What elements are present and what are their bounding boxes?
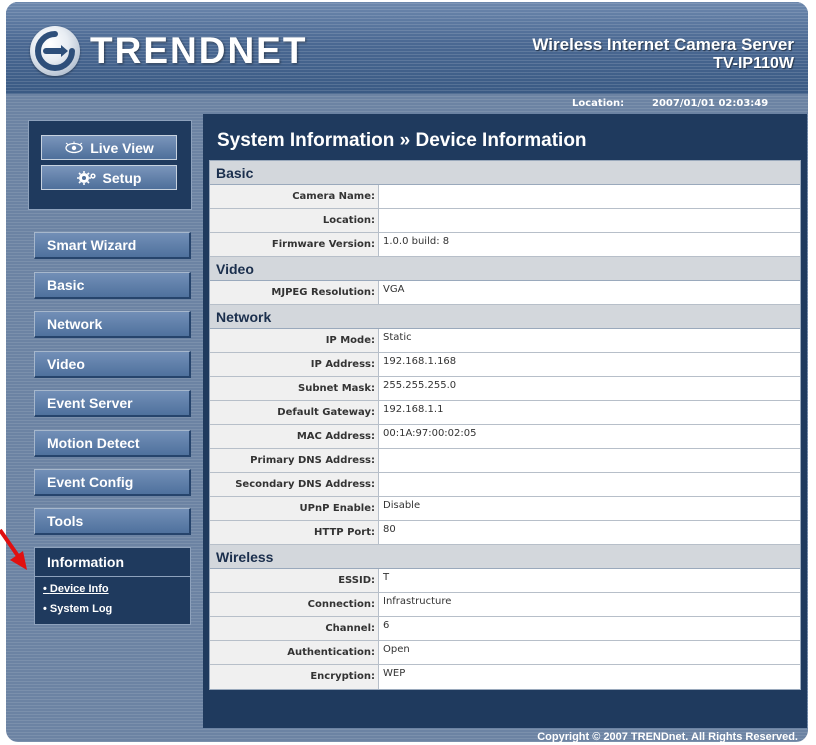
table-row: Connection: Infrastructure [210,593,800,617]
table-row: Firmware Version: 1.0.0 build: 8 [210,233,800,257]
red-arrow-icon [0,528,27,570]
table-row: HTTP Port: 80 [210,521,800,545]
table-row: Default Gateway: 192.168.1.1 [210,401,800,425]
row-label: Connection: [210,593,379,616]
page-title: System Information » Device Information [217,130,587,151]
row-label: IP Address: [210,353,379,376]
row-label: Default Gateway: [210,401,379,424]
table-row: UPnP Enable: Disable [210,497,800,521]
row-label: MAC Address: [210,425,379,448]
nav-motion-detect[interactable]: Motion Detect [34,430,191,457]
trendnet-logo-icon [30,26,80,76]
row-value: Open [383,644,410,655]
setup-button[interactable]: Setup [41,165,177,190]
product-title: Wireless Internet Camera Server [532,35,794,54]
datetime-display: 2007/01/01 02:03:49 [652,98,769,109]
live-view-button[interactable]: Live View [41,135,177,160]
row-label: UPnP Enable: [210,497,379,520]
table-row: Subnet Mask: 255.255.255.0 [210,377,800,401]
table-row: Primary DNS Address: [210,449,800,473]
row-label: Camera Name: [210,185,379,208]
row-value [379,209,800,232]
logo-text: TRENDNET [90,30,308,71]
row-value: Disable [383,500,421,511]
row-label: HTTP Port: [210,521,379,544]
table-row: Camera Name: [210,185,800,209]
row-label: Subnet Mask: [210,377,379,400]
nav-network[interactable]: Network [34,311,191,338]
row-label: MJPEG Resolution: [210,281,379,304]
row-value [379,473,800,496]
device-info-table: Basic Camera Name: Location: Firmware Ve… [209,160,801,690]
setup-label: Setup [102,169,142,186]
header-banner: TRENDNET Wireless Internet Camera Server… [6,2,808,94]
row-label: Channel: [210,617,379,640]
table-row: Secondary DNS Address: [210,473,800,497]
row-label: Authentication: [210,641,379,664]
row-value: T [383,572,390,583]
table-row: Channel: 6 [210,617,800,641]
content-panel: System Information » Device Information … [203,114,807,728]
nav-event-server[interactable]: Event Server [34,390,191,417]
table-row: ESSID: T [210,569,800,593]
nav-smart-wizard[interactable]: Smart Wizard [34,232,191,259]
row-value: Infrastructure [383,596,452,607]
row-label: IP Mode: [210,329,379,352]
table-row: Authentication: Open [210,641,800,665]
section-network: Network [210,305,800,329]
submenu-device-info-label: Device Info [49,583,109,595]
row-value [379,185,800,208]
table-row: MAC Address: 00:1A:97:00:02:05 [210,425,800,449]
submenu-system-log-label: System Log [49,603,113,615]
table-row: MJPEG Resolution: VGA [210,281,800,305]
row-value: 00:1A:97:00:02:05 [383,428,477,439]
camera-eye-icon [64,141,84,155]
table-row: IP Mode: Static [210,329,800,353]
mode-panel: Live View Setup [28,120,192,210]
live-view-label: Live View [90,139,154,156]
row-label: Secondary DNS Address: [210,473,379,496]
section-basic: Basic [210,161,800,185]
row-label: Encryption: [210,665,379,689]
section-video: Video [210,257,800,281]
table-row: Location: [210,209,800,233]
row-value: 1.0.0 build: 8 [383,236,450,247]
table-row: IP Address: 192.168.1.168 [210,353,800,377]
information-submenu: • Device Info • System Log [34,577,191,625]
submenu-system-log[interactable]: • System Log [43,603,112,615]
nav-information[interactable]: Information [34,547,191,577]
table-row: Encryption: WEP [210,665,800,689]
row-label: Firmware Version: [210,233,379,256]
nav-video[interactable]: Video [34,351,191,378]
nav-basic[interactable]: Basic [34,272,191,299]
location-label: Location: [572,98,625,109]
submenu-device-info[interactable]: • Device Info [43,583,109,595]
section-wireless: Wireless [210,545,800,569]
row-value: VGA [383,284,405,295]
copyright-text: Copyright © 2007 TRENDnet. All Rights Re… [537,731,798,742]
row-value: 192.168.1.168 [383,356,457,367]
nav-tools[interactable]: Tools [34,508,191,535]
gears-icon [76,170,97,186]
product-model: TV-IP110W [713,55,794,72]
row-label: Primary DNS Address: [210,449,379,472]
row-value: Static [383,332,412,343]
row-value: 255.255.255.0 [383,380,457,391]
row-value [379,449,800,472]
row-value: 6 [383,620,390,631]
row-value: 80 [383,524,396,535]
page-frame: TRENDNET Wireless Internet Camera Server… [6,2,808,742]
nav-event-config[interactable]: Event Config [34,469,191,496]
row-label: ESSID: [210,569,379,592]
row-label: Location: [210,209,379,232]
row-value: 192.168.1.1 [383,404,444,415]
row-value: WEP [383,668,406,679]
